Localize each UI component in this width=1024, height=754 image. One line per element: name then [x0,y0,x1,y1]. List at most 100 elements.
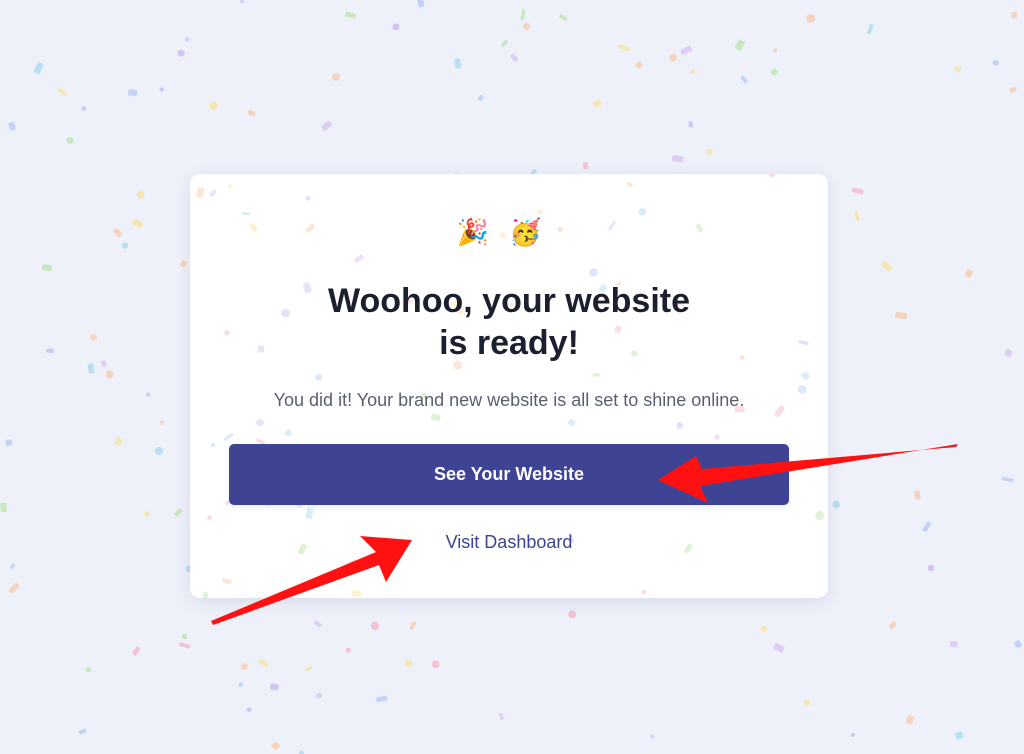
confetti-piece [332,72,340,81]
confetti-piece [246,707,252,713]
confetti-piece [430,413,441,422]
confetti-piece [583,162,589,169]
confetti-piece [851,732,855,737]
confetti-piece [1004,349,1013,357]
confetti-piece [305,195,311,201]
confetti-piece [593,99,602,108]
confetti-piece [181,633,188,640]
confetti-piece [832,500,840,509]
confetti-piece [914,490,921,500]
confetti-piece [559,14,568,21]
confetti-piece [592,372,601,377]
confetti-piece [568,610,577,619]
confetti-piece [100,360,107,367]
confetti-piece [404,659,413,667]
confetti-piece [228,184,233,189]
confetti-piece [145,392,151,397]
confetti-piece [315,373,323,381]
confetti-piece [589,268,598,277]
confetti-piece [210,442,216,448]
confetti-piece [305,666,312,672]
confetti-piece [180,260,187,268]
confetti-piece [714,434,720,440]
confetti-piece [1011,11,1018,19]
confetti-piece [144,511,150,517]
confetti-piece [121,242,129,249]
confetti-piece [735,39,745,51]
confetti-piece [46,348,54,353]
success-card: 🎉🥳 Woohoo, your website is ready! You di… [190,174,828,598]
confetti-piece [954,65,962,73]
confetti-piece [992,59,999,66]
confetti-piece [196,186,205,199]
confetti-piece [881,260,893,272]
confetti-piece [417,0,425,8]
confetti-piece [537,209,543,215]
confetti-piece [650,734,655,739]
confetti-piece [222,578,232,585]
confetti-piece [706,148,713,155]
confetti-piece [803,699,811,706]
confetti-piece [867,23,874,35]
confetti-piece [87,363,95,374]
confetti-piece [78,728,87,735]
confetti-piece [773,643,785,653]
confetti-piece [5,439,13,446]
confetti-piece [174,508,183,517]
confetti-piece [10,563,16,569]
confetti-piece [635,61,643,69]
confetti-piece [66,137,74,144]
confetti-piece [798,340,809,346]
confetti-piece [137,191,145,199]
party-popper-icon: 🎉 [456,218,509,248]
confetti-piece [370,621,380,631]
confetti-piece [105,370,114,379]
confetti-piece [1014,640,1022,649]
confetti-piece [255,418,265,427]
confetti-piece [345,11,357,19]
confetti-piece [1001,477,1014,482]
confetti-piece [671,155,684,163]
confetti-piece [179,642,191,649]
confetti-piece [688,121,694,128]
confetti-piece [392,23,400,31]
confetti-piece [376,695,388,703]
subtitle-text: You did it! Your brand new website is al… [273,390,745,410]
confetti-piece [955,731,964,740]
confetti-piece [155,446,164,456]
confetti-piece [806,14,815,23]
confetti-piece [209,101,219,111]
confetti-piece [113,228,123,238]
confetti-piece [223,433,234,441]
confetti-piece [159,420,164,425]
confetti-piece [354,254,365,264]
confetti-piece [626,181,633,188]
confetti-piece [285,430,292,436]
confetti-piece [680,45,693,56]
confetti-piece [851,187,864,195]
confetti-piece [0,502,8,513]
confetti-piece [669,54,677,62]
confetti-piece [740,75,748,84]
confetti-piece [520,8,526,21]
partying-face-icon: 🥳 [509,218,562,248]
confetti-piece [132,646,141,656]
confetti-piece [768,174,775,178]
confetti-piece [240,663,248,671]
confetti-piece [132,218,144,229]
confetti-piece [238,682,244,687]
confetti-piece [305,507,314,519]
confetti-piece [258,659,269,667]
confetti-piece [922,521,931,532]
visit-dashboard-link[interactable]: Visit Dashboard [190,532,828,553]
confetti-piece [207,515,212,521]
confetti-piece [1009,86,1017,93]
confetti-piece [638,208,647,216]
confetti-piece [501,39,508,47]
confetti-piece [128,89,138,97]
confetti-piece [41,264,53,272]
see-your-website-button[interactable]: See Your Website [229,444,789,505]
confetti-piece [184,36,190,42]
confetti-piece [431,660,440,669]
confetti-piece [114,437,123,446]
